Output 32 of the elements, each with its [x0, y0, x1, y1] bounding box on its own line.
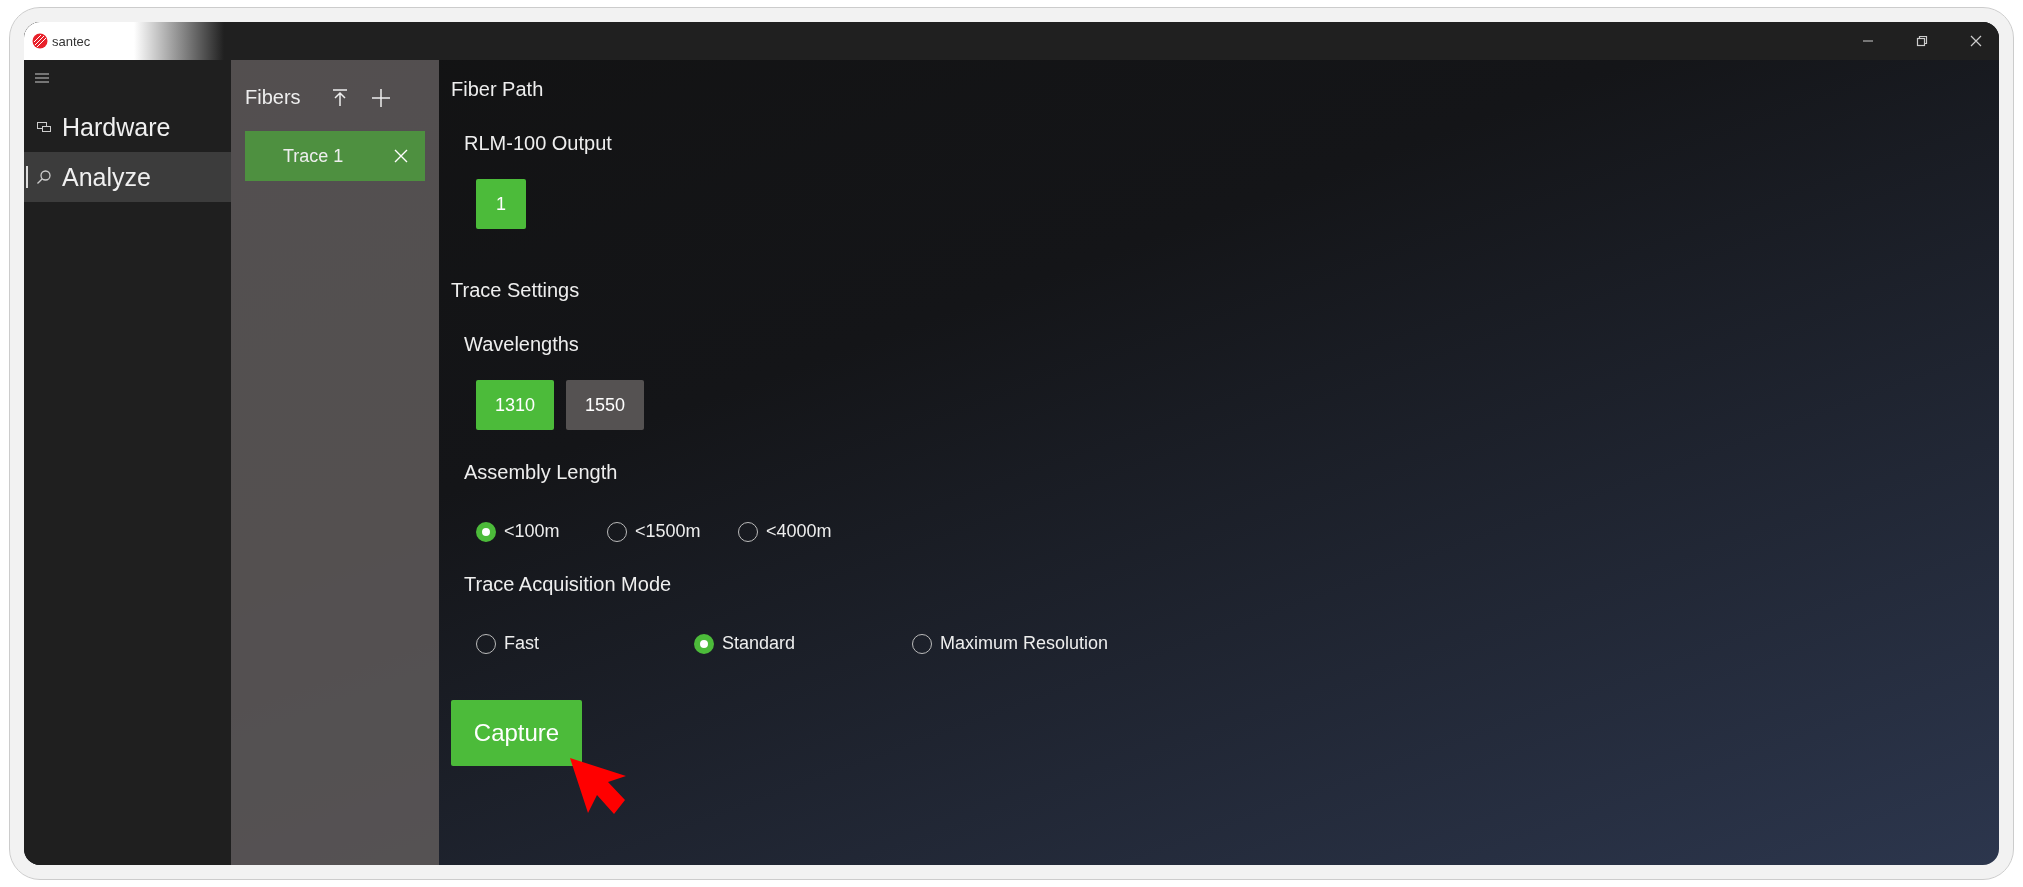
devices-icon	[36, 119, 52, 135]
field-label: Trace Acquisition Mode	[464, 573, 673, 596]
logo-text: santec	[52, 33, 91, 49]
search-icon	[36, 169, 52, 185]
logo-icon	[32, 33, 48, 49]
nav-item[interactable]: Hardware	[24, 102, 231, 152]
pointer-arrow-icon	[568, 756, 626, 816]
section-title: Trace Settings	[451, 279, 581, 302]
wavelength-toggle[interactable]: 1310	[476, 380, 554, 430]
section-title: Fiber Path	[451, 78, 545, 101]
radio-button[interactable]	[694, 633, 714, 654]
radio-button[interactable]	[476, 521, 496, 542]
close-icon[interactable]	[1969, 34, 1983, 48]
capture-button[interactable]: Capture	[451, 700, 582, 766]
upload-icon[interactable]	[330, 87, 349, 108]
radio-label: <1500m	[635, 521, 701, 542]
field-label: RLM-100 Output	[464, 132, 613, 155]
wavelength-toggle[interactable]: 1550	[566, 380, 644, 430]
radio-label: Standard	[722, 633, 796, 654]
radio-label: Fast	[504, 633, 539, 654]
nav-item[interactable]: Analyze	[24, 152, 231, 202]
radio-label: <100m	[504, 521, 560, 542]
trace-item[interactable]: Trace 1	[245, 131, 425, 181]
radio-label: <4000m	[766, 521, 832, 542]
menu-icon[interactable]	[34, 72, 50, 84]
radio-label: Maximum Resolution	[940, 633, 1109, 654]
field-label: Assembly Length	[464, 461, 619, 484]
field-label: Wavelengths	[464, 333, 580, 356]
restore-icon[interactable]	[1915, 34, 1929, 48]
add-icon[interactable]	[370, 87, 391, 108]
output-toggle[interactable]: 1	[476, 179, 526, 229]
fibers-title: Fibers	[245, 86, 301, 109]
